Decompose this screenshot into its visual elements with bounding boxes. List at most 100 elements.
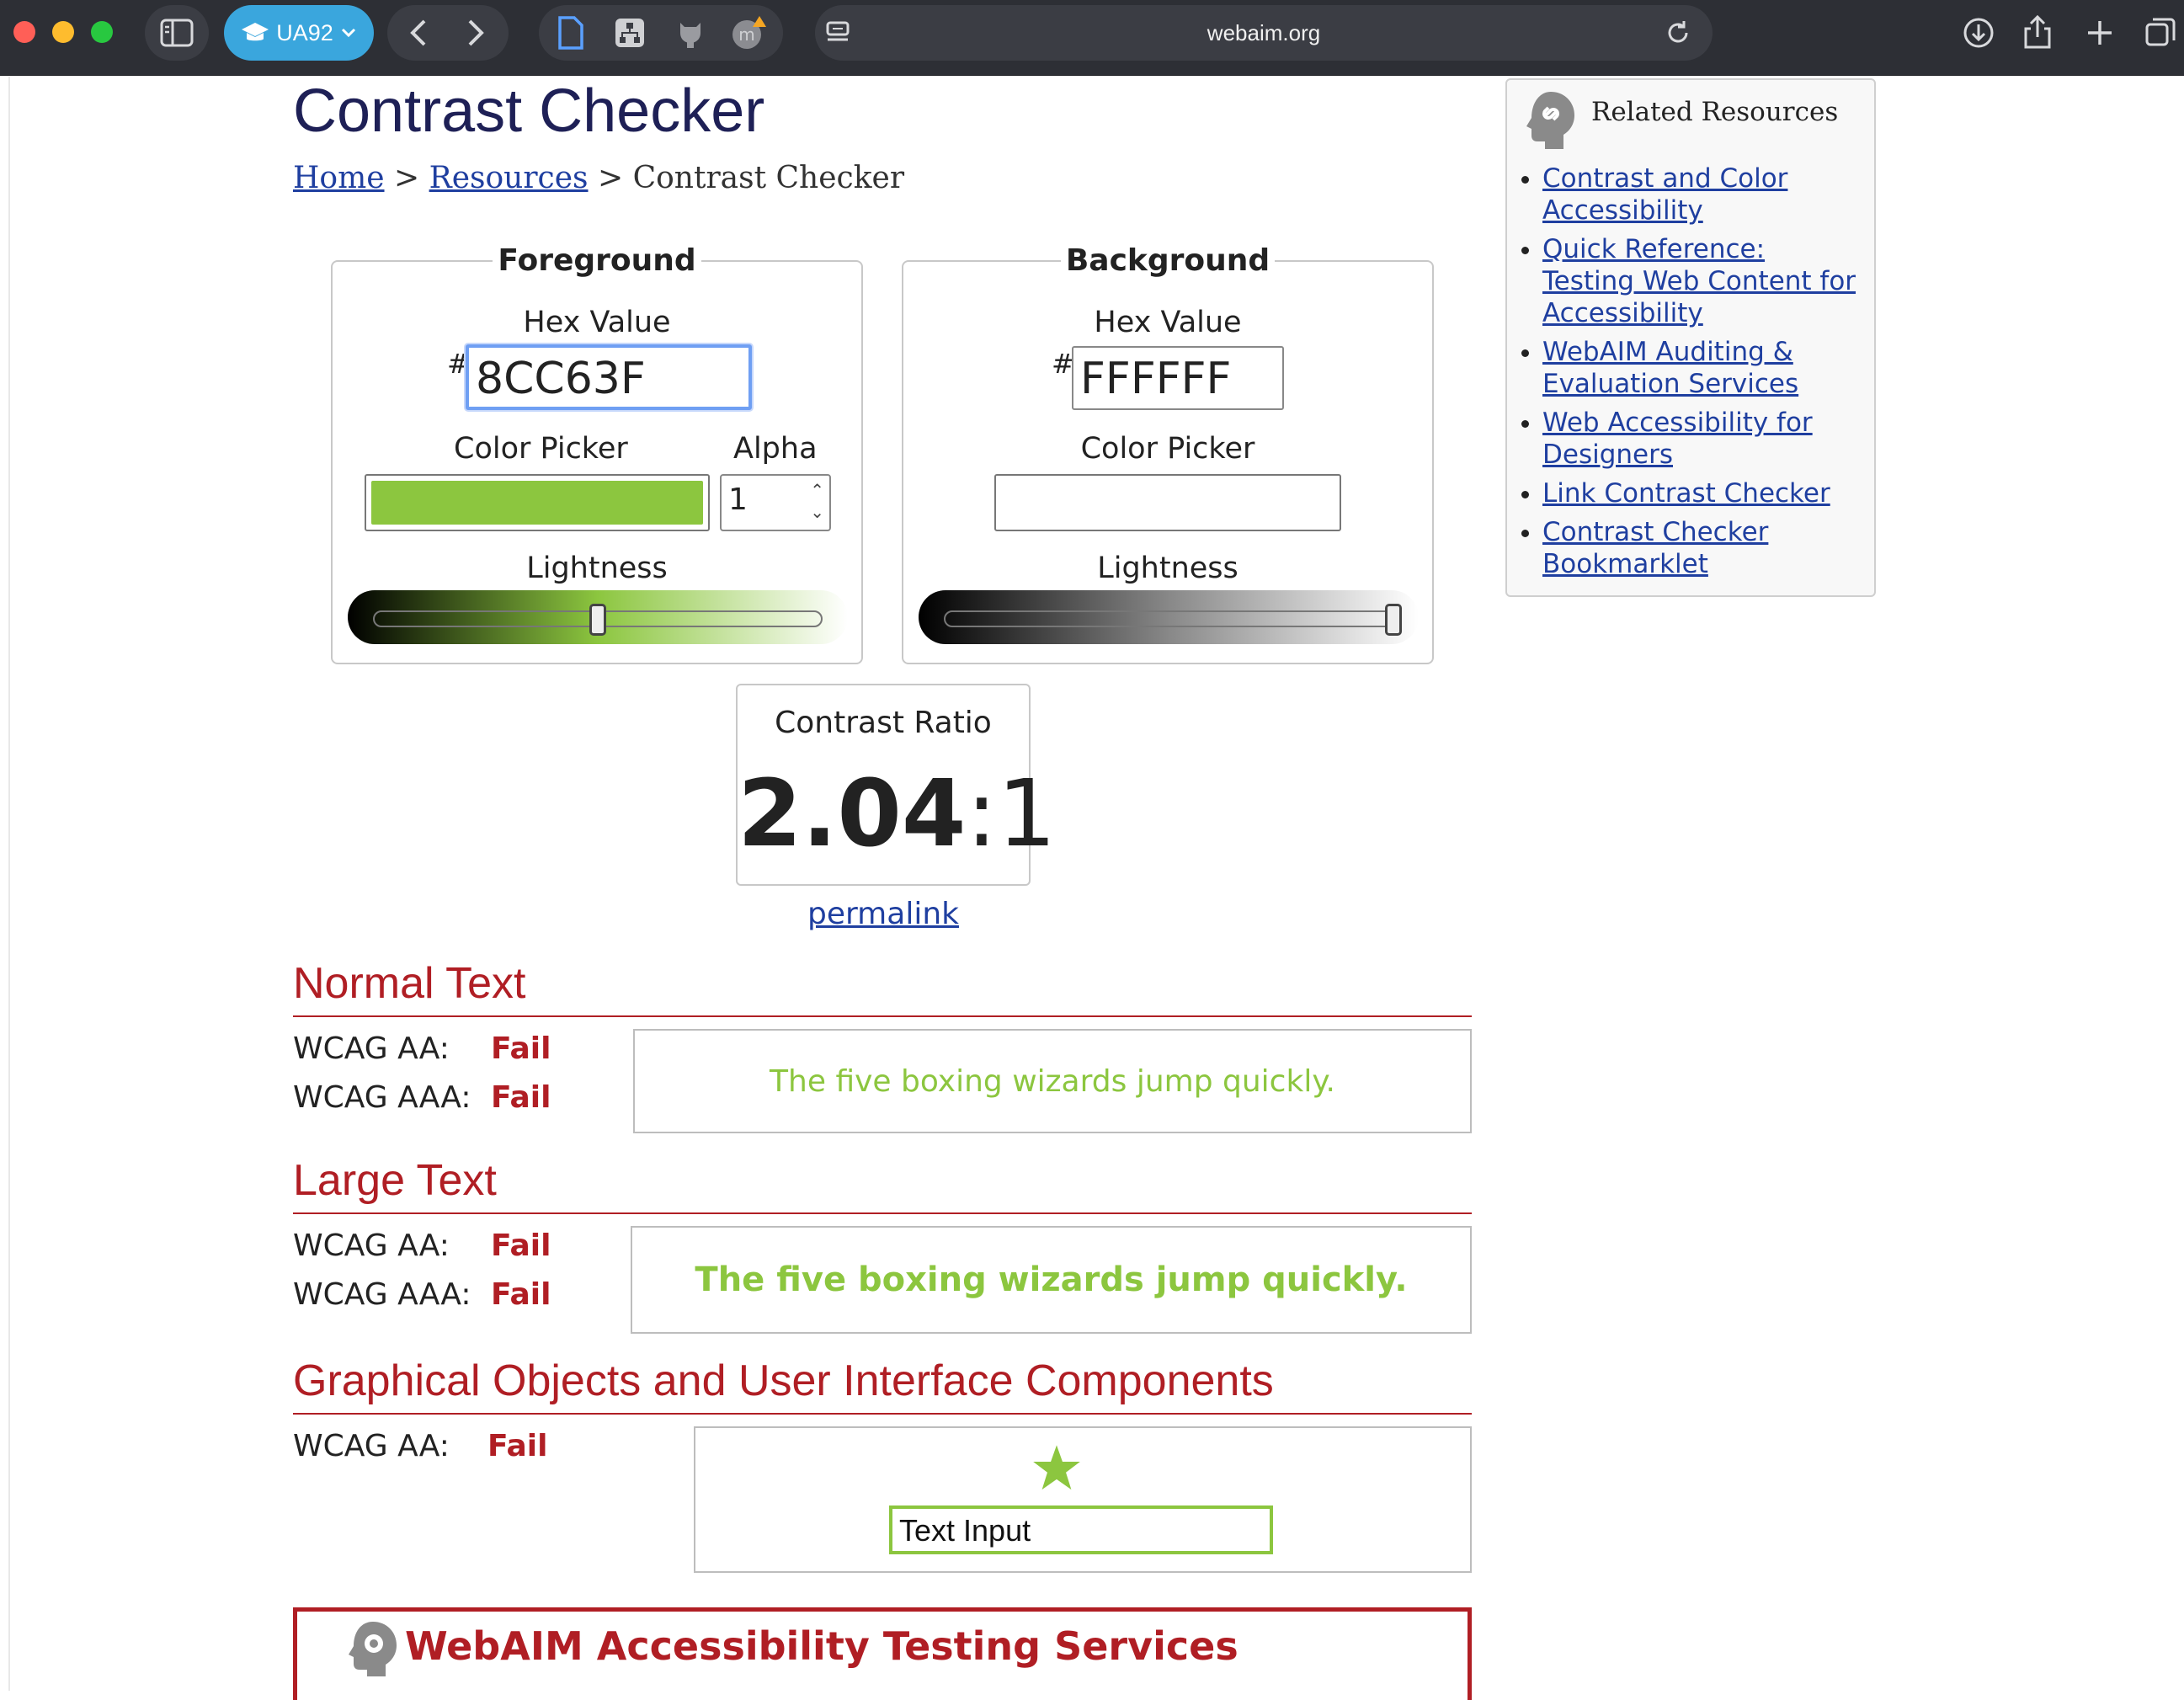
breadcrumb-home-link[interactable]: Home xyxy=(293,161,385,195)
contrast-ratio-box: Contrast Ratio 2.04:1 xyxy=(736,684,1056,886)
page-content: Contrast Checker Home > Resources > Cont… xyxy=(0,77,2184,1700)
foreground-hex-input[interactable]: 8CC63F xyxy=(466,344,752,410)
list-item: Quick Reference: Testing Web Content for… xyxy=(1542,233,1862,329)
background-color-picker[interactable] xyxy=(994,474,1341,531)
close-window-button[interactable] xyxy=(13,21,35,43)
gear-head-icon xyxy=(349,1622,397,1676)
resource-link[interactable]: Contrast Checker Bookmarklet xyxy=(1542,517,1768,579)
browser-toolbar: UA92 m webaim.org xyxy=(0,0,2184,76)
graphical-objects-heading: Graphical Objects and User Interface Com… xyxy=(293,1356,1274,1405)
permalink-link[interactable]: permalink xyxy=(736,897,1031,931)
share-icon[interactable] xyxy=(2021,13,2054,51)
alpha-stepper-icon[interactable]: ⌃ ⌄ xyxy=(810,479,824,523)
minimize-window-button[interactable] xyxy=(52,21,74,43)
normal-aa-result: Fail xyxy=(491,1031,551,1066)
normal-text-sample-box: The five boxing wizards jump quickly. xyxy=(633,1029,1472,1133)
services-title: WebAIM Accessibility Testing Services xyxy=(405,1623,1238,1669)
mastodon-icon[interactable]: m xyxy=(729,13,768,52)
large-aaa-result: Fail xyxy=(491,1277,551,1312)
background-lightness-label: Lightness xyxy=(1097,552,1238,585)
chevron-down-icon xyxy=(341,28,355,38)
background-hex-label: Hex Value xyxy=(1094,306,1242,339)
background-slider-thumb[interactable] xyxy=(1385,604,1402,636)
forward-button[interactable] xyxy=(458,16,492,50)
section-divider xyxy=(293,1413,1472,1415)
resource-link[interactable]: Quick Reference: Testing Web Content for… xyxy=(1542,234,1856,328)
document-icon[interactable] xyxy=(556,15,586,51)
extensions-group: m xyxy=(539,5,783,61)
address-bar[interactable]: webaim.org xyxy=(815,5,1713,61)
contrast-ratio-value: 2.04:1 xyxy=(738,759,1056,867)
background-hash: # xyxy=(1052,348,1074,380)
background-lightness-slider[interactable] xyxy=(919,590,1419,644)
foreground-slider-thumb[interactable] xyxy=(589,604,606,636)
breadcrumb-separator: > xyxy=(597,161,624,195)
zoom-window-button[interactable] xyxy=(91,21,113,43)
resource-link[interactable]: WebAIM Auditing & Evaluation Services xyxy=(1542,337,1798,399)
normal-aa-label: WCAG AA: xyxy=(293,1031,450,1066)
large-aa-result: Fail xyxy=(491,1228,551,1263)
background-swatch xyxy=(1001,481,1334,525)
normal-text-sample: The five boxing wizards jump quickly. xyxy=(770,1063,1335,1099)
foreground-color-picker[interactable] xyxy=(365,474,710,531)
foreground-alpha-label: Alpha xyxy=(733,432,818,466)
normal-text-heading: Normal Text xyxy=(293,959,526,1008)
reload-icon[interactable] xyxy=(1664,19,1692,47)
sample-text-input[interactable]: Text Input xyxy=(889,1505,1273,1554)
related-resources-list: Contrast and Color Accessibility Quick R… xyxy=(1507,163,1862,587)
page-menu-icon[interactable] xyxy=(825,20,854,45)
background-slider-groove xyxy=(944,610,1393,627)
breadcrumb-current: Contrast Checker xyxy=(632,161,905,195)
large-aa-label: WCAG AA: xyxy=(293,1228,450,1263)
large-text-heading: Large Text xyxy=(293,1156,497,1205)
large-text-sample: The five boxing wizards jump quickly. xyxy=(695,1260,1408,1299)
link-head-icon xyxy=(1526,92,1574,149)
contrast-ratio-number: 2.04 xyxy=(738,759,967,867)
background-picker-label: Color Picker xyxy=(1080,432,1255,466)
large-text-sample-box: The five boxing wizards jump quickly. xyxy=(631,1226,1472,1334)
new-tab-icon[interactable] xyxy=(2083,16,2117,50)
foreground-legend: Foreground xyxy=(493,243,701,278)
graphical-aa-label: WCAG AA: xyxy=(293,1429,450,1463)
foreground-alpha-input[interactable]: 1 ⌃ ⌄ xyxy=(720,474,831,531)
contrast-ratio-suffix: :1 xyxy=(966,759,1057,867)
downloads-icon[interactable] xyxy=(1962,16,1995,50)
history-nav-group xyxy=(387,5,509,61)
resource-link[interactable]: Web Accessibility for Designers xyxy=(1542,408,1813,470)
foreground-panel: Foreground Hex Value # 8CC63F Color Pick… xyxy=(331,243,863,664)
list-item: Link Contrast Checker xyxy=(1542,477,1862,509)
services-banner: WebAIM Accessibility Testing Services xyxy=(293,1607,1472,1700)
section-divider xyxy=(293,1015,1472,1017)
sidebar-toggle-button[interactable] xyxy=(145,5,209,61)
normal-aaa-result: Fail xyxy=(491,1080,551,1115)
resource-link[interactable]: Contrast and Color Accessibility xyxy=(1542,163,1787,226)
foreground-picker-label: Color Picker xyxy=(454,432,628,466)
list-item: WebAIM Auditing & Evaluation Services xyxy=(1542,336,1862,400)
breadcrumb-separator: > xyxy=(393,161,420,195)
related-resources-title: Related Resources xyxy=(1591,97,1839,127)
foreground-alpha-value: 1 xyxy=(728,482,748,517)
back-button[interactable] xyxy=(402,16,436,50)
contrast-ratio-label: Contrast Ratio xyxy=(775,706,992,740)
breadcrumb-resources-link[interactable]: Resources xyxy=(429,161,589,195)
page-title: Contrast Checker xyxy=(293,77,765,145)
foreground-lightness-slider[interactable] xyxy=(348,590,848,644)
sidebar-icon xyxy=(160,19,194,47)
large-aaa-label: WCAG AAA: xyxy=(293,1277,471,1312)
graphical-sample-box: Text Input xyxy=(694,1426,1472,1573)
github-icon[interactable] xyxy=(674,16,707,50)
foreground-swatch xyxy=(371,481,703,525)
list-item: Web Accessibility for Designers xyxy=(1542,407,1862,471)
background-hex-input[interactable]: FFFFFF xyxy=(1072,346,1284,410)
list-item: Contrast and Color Accessibility xyxy=(1542,163,1862,226)
foreground-hex-label: Hex Value xyxy=(523,306,671,339)
address-text: webaim.org xyxy=(1207,20,1321,45)
tab-overview-icon[interactable] xyxy=(2144,16,2177,50)
breadcrumb: Home > Resources > Contrast Checker xyxy=(293,161,904,195)
svg-text:m: m xyxy=(738,24,754,45)
profile-switcher-button[interactable]: UA92 xyxy=(224,5,374,61)
resource-link[interactable]: Link Contrast Checker xyxy=(1542,478,1830,509)
foreground-lightness-label: Lightness xyxy=(526,552,668,585)
sitemap-icon[interactable] xyxy=(613,16,647,50)
background-legend: Background xyxy=(1060,243,1276,278)
